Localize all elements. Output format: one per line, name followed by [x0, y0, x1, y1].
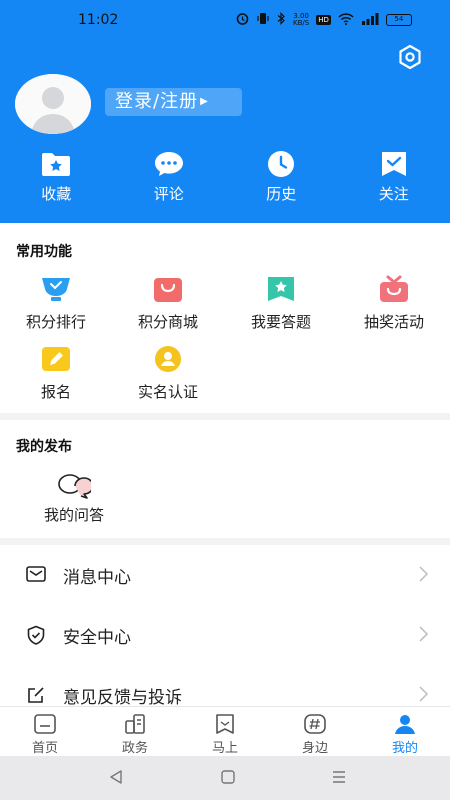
- my-posts-title: 我的发布: [16, 439, 72, 455]
- star-bookmark-icon: [268, 277, 294, 301]
- follow-check-icon: [381, 152, 406, 176]
- quick-action-favorites[interactable]: 收藏: [0, 150, 113, 210]
- login-register-button[interactable]: 登录/注册 ▶: [105, 88, 242, 116]
- profile-header: 11:02 3.00 KB/S HD 54 登录/注册 ▶ 收藏 评论 历史 关…: [0, 0, 450, 223]
- signal-icon: [361, 12, 379, 28]
- function-my-qa[interactable]: 我的问答: [18, 472, 130, 525]
- qa-bubbles-icon: [58, 474, 91, 499]
- hashtag-icon: [304, 714, 326, 734]
- function-quiz[interactable]: 我要答题: [225, 275, 337, 332]
- quick-action-history[interactable]: 历史: [225, 150, 338, 210]
- login-register-label: 登录/注册: [115, 91, 199, 112]
- clock-icon: [268, 151, 295, 177]
- pencil-icon: [42, 347, 70, 371]
- tab-home[interactable]: 首页: [0, 707, 90, 756]
- home-icon: [34, 714, 56, 734]
- trophy-icon: [42, 278, 70, 301]
- shield-check-icon: [27, 625, 45, 645]
- system-navigation-bar: [0, 756, 450, 800]
- tab-government[interactable]: 政务: [90, 707, 180, 756]
- network-speed: 3.00 KB/S: [293, 12, 310, 27]
- settings-button[interactable]: [395, 42, 425, 72]
- alarm-icon: [236, 12, 249, 28]
- common-functions-title: 常用功能: [16, 244, 72, 260]
- triangle-right-icon: ▶: [200, 96, 209, 107]
- status-time: 11:02: [78, 12, 119, 28]
- default-avatar-icon: [15, 74, 91, 134]
- person-badge-icon: [155, 346, 181, 372]
- mail-icon: [26, 566, 46, 582]
- flag-icon: [216, 714, 234, 734]
- menu-security-center[interactable]: 安全中心: [0, 605, 450, 665]
- battery-indicator: 54: [385, 14, 412, 26]
- quick-action-follow[interactable]: 关注: [338, 150, 450, 210]
- shopping-bag-icon: [154, 278, 182, 302]
- function-real-name-auth[interactable]: 实名认证: [112, 345, 224, 402]
- function-signup[interactable]: 报名: [0, 345, 112, 402]
- avatar[interactable]: [15, 74, 91, 134]
- function-points-ranking[interactable]: 积分排行: [0, 275, 112, 332]
- star-folder-icon: [42, 153, 71, 176]
- government-icon: [125, 714, 145, 734]
- comment-bubble-icon: [154, 152, 183, 176]
- my-posts-card: 我的发布 我的问答: [0, 420, 450, 538]
- home-square-icon[interactable]: [220, 769, 236, 785]
- function-points-mall[interactable]: 积分商城: [112, 275, 224, 332]
- bottom-tab-bar: 首页 政务 马上 身边 我的: [0, 706, 450, 756]
- settings-hexagon-icon: [399, 44, 421, 70]
- tab-now[interactable]: 马上: [180, 707, 270, 756]
- recents-menu-icon[interactable]: [331, 769, 347, 785]
- chevron-right-icon: [419, 566, 428, 582]
- bluetooth-icon: [277, 12, 286, 28]
- wifi-icon: [338, 12, 354, 28]
- vibrate-icon: [256, 12, 270, 28]
- chevron-right-icon: [419, 626, 428, 642]
- status-icons: 3.00 KB/S HD 54: [236, 11, 412, 29]
- gift-icon: [380, 275, 408, 302]
- user-icon: [395, 715, 415, 734]
- menu-message-center[interactable]: 消息中心: [0, 545, 450, 605]
- hd-badge: HD: [316, 15, 331, 25]
- tab-mine[interactable]: 我的: [360, 707, 450, 756]
- tab-nearby[interactable]: 身边: [270, 707, 360, 756]
- quick-action-comments[interactable]: 评论: [113, 150, 226, 210]
- edit-square-icon: [28, 687, 44, 703]
- function-lottery[interactable]: 抽奖活动: [338, 275, 450, 332]
- status-bar: 11:02 3.00 KB/S HD 54: [0, 0, 450, 40]
- common-functions-card: 常用功能 积分排行 积分商城 我要答题 抽奖活动 报名 实名认证: [0, 223, 450, 413]
- chevron-right-icon: [419, 686, 428, 702]
- quick-actions: 收藏 评论 历史 关注: [0, 150, 450, 210]
- back-triangle-icon[interactable]: [108, 769, 124, 785]
